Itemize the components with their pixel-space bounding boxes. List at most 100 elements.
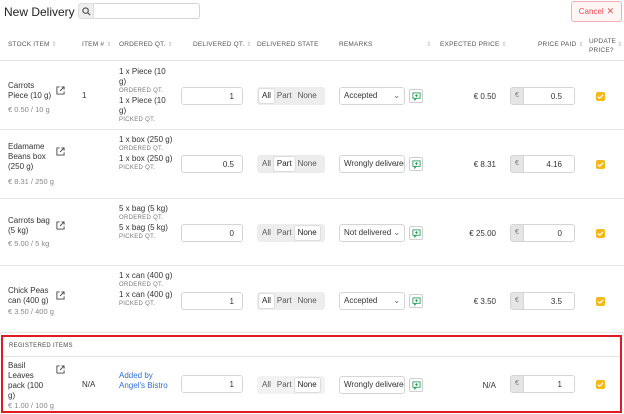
delivered-qty-input[interactable] xyxy=(181,292,243,310)
state-none[interactable]: None xyxy=(295,89,320,103)
sort-icon: ⇕ xyxy=(106,42,112,48)
search-button[interactable] xyxy=(78,3,94,19)
ordered-qty: 1 x Piece (10 g) xyxy=(119,67,166,86)
ordered-picked-qty: 5 x bag (5 kg) ORDERED QT. 5 x bag (5 kg… xyxy=(119,204,175,242)
price-paid-input[interactable] xyxy=(524,224,575,242)
item-number: 1 xyxy=(82,91,87,100)
picked-qty: 1 x can (400 g) xyxy=(119,290,173,299)
delivered-qty-input[interactable] xyxy=(181,155,243,173)
col-update-sort[interactable]: ⇕ xyxy=(615,41,622,48)
external-link-icon[interactable] xyxy=(56,86,65,95)
item-name[interactable]: Carrots bag (5 kg) xyxy=(8,216,52,236)
add-note-button[interactable] xyxy=(409,378,423,392)
add-note-button[interactable] xyxy=(409,294,423,308)
update-price-checkbox[interactable] xyxy=(596,160,605,169)
sort-icon: ⇕ xyxy=(617,42,623,48)
page-title: New Delivery xyxy=(4,5,75,19)
chevron-down-icon: ⌄ xyxy=(393,159,400,168)
ordered-picked-qty: 1 x Piece (10 g) ORDERED QT. 1 x Piece (… xyxy=(119,67,175,125)
add-note-button[interactable] xyxy=(409,226,423,240)
sort-icon: ⇕ xyxy=(51,42,57,48)
ordered-qty: 5 x bag (5 kg) xyxy=(119,204,168,213)
cancel-button[interactable]: Cancel ✕ xyxy=(571,1,622,22)
state-part[interactable]: Part xyxy=(273,157,295,171)
col-stock-item[interactable]: STOCK ITEM ⇕ xyxy=(8,41,57,48)
item-name[interactable]: Chick Peas can (400 g) xyxy=(8,286,52,306)
external-link-icon[interactable] xyxy=(56,147,65,156)
state-none[interactable]: None xyxy=(294,378,320,392)
registered-items-heading: REGISTERED ITEMS xyxy=(9,343,73,349)
delivered-state-toggle[interactable]: All Part None xyxy=(257,155,325,173)
col-expected-price[interactable]: EXPECTED PRICE ⇕ xyxy=(440,41,507,48)
state-all[interactable]: All xyxy=(259,294,274,308)
item-name: Basil Leaves pack (100 g) xyxy=(8,361,44,400)
state-none[interactable]: None xyxy=(295,294,320,308)
col-delivered-qt[interactable]: DELIVERED QT. ⇕ xyxy=(193,41,252,48)
remarks-select[interactable]: Wrongly delivered ⌄ xyxy=(339,376,405,394)
state-all[interactable]: All xyxy=(259,378,274,392)
added-by-link[interactable]: Added by Angel's Bistro xyxy=(119,371,171,391)
external-link-icon[interactable] xyxy=(56,291,65,300)
delivered-state-toggle[interactable]: All Part None xyxy=(257,376,325,394)
state-part[interactable]: Part xyxy=(274,226,295,240)
state-all[interactable]: All xyxy=(259,226,274,240)
col-remarks-sort[interactable]: ⇕ xyxy=(424,41,431,48)
state-part[interactable]: Part xyxy=(274,89,295,103)
external-link-icon[interactable] xyxy=(56,221,65,230)
picked-qty: 5 x bag (5 kg) xyxy=(119,223,168,232)
price-paid-input[interactable] xyxy=(524,375,575,393)
col-ordered-qt[interactable]: ORDERED QT. ⇕ xyxy=(119,41,173,48)
update-price-checkbox[interactable] xyxy=(596,229,605,238)
table-row-registered: Basil Leaves pack (100 g) € 1.00 / 100 g… xyxy=(0,357,624,411)
close-icon: ✕ xyxy=(606,6,615,16)
update-price-checkbox[interactable] xyxy=(596,380,605,389)
chevron-down-icon: ⌄ xyxy=(393,296,400,305)
item-unit-price: € 1.00 / 100 g xyxy=(8,401,54,410)
delivered-qty-input[interactable] xyxy=(181,87,243,105)
comment-icon xyxy=(412,92,421,101)
ordered-qty: 1 x box (250 g) xyxy=(119,135,173,144)
state-none[interactable]: None xyxy=(295,157,320,171)
search-icon xyxy=(82,7,91,16)
expected-price: € 8.31 xyxy=(473,160,496,169)
item-unit-price: € 3.50 / 400 g xyxy=(8,307,54,316)
currency-label: € xyxy=(510,375,524,393)
remarks-select[interactable]: Wrongly delivered ⌄ xyxy=(339,155,405,173)
update-price-checkbox[interactable] xyxy=(596,92,605,101)
ordered-qty-label: ORDERED QT. xyxy=(119,146,164,152)
price-paid-input[interactable] xyxy=(524,87,575,105)
state-part[interactable]: Part xyxy=(274,294,295,308)
ordered-qty-label: ORDERED QT. xyxy=(119,88,164,94)
remarks-select[interactable]: Accepted ⌄ xyxy=(339,292,405,310)
delivered-qty-input[interactable] xyxy=(181,224,243,242)
state-part[interactable]: Part xyxy=(274,378,295,392)
add-note-button[interactable] xyxy=(409,157,423,171)
top-bar: New Delivery Cancel ✕ xyxy=(0,0,624,32)
sort-icon: ⇕ xyxy=(578,42,584,48)
price-paid-input[interactable] xyxy=(524,155,575,173)
update-price-checkbox[interactable] xyxy=(596,297,605,306)
remarks-select[interactable]: Accepted ⌄ xyxy=(339,87,405,105)
comment-icon xyxy=(412,229,421,238)
add-note-button[interactable] xyxy=(409,89,423,103)
remarks-select[interactable]: Not delivered ⌄ xyxy=(339,224,405,242)
delivered-state-toggle[interactable]: All Part None xyxy=(257,292,325,310)
table-header: STOCK ITEM ⇕ ITEM # ⇕ ORDERED QT. ⇕ DELIVER… xyxy=(0,33,624,61)
delivered-state-toggle[interactable]: All Part None xyxy=(257,224,325,242)
item-number: N/A xyxy=(82,380,96,389)
item-name[interactable]: Carrots Piece (10 g) xyxy=(8,81,52,101)
delivered-qty-input[interactable] xyxy=(181,375,243,393)
state-all[interactable]: All xyxy=(259,89,274,103)
state-all[interactable]: All xyxy=(259,157,274,171)
delivered-state-toggle[interactable]: All Part None xyxy=(257,87,325,105)
col-item-no[interactable]: ITEM # ⇕ xyxy=(82,41,111,48)
currency-label: € xyxy=(510,224,524,242)
price-paid-input[interactable] xyxy=(524,292,575,310)
item-name[interactable]: Edamame Beans box (250 g) xyxy=(8,142,52,172)
search-input[interactable] xyxy=(94,3,200,19)
state-none[interactable]: None xyxy=(294,226,320,240)
currency-label: € xyxy=(510,292,524,310)
col-price-paid[interactable]: PRICE PAID ⇕ xyxy=(538,41,584,48)
currency-label: € xyxy=(510,155,524,173)
external-link-icon[interactable] xyxy=(56,365,65,374)
